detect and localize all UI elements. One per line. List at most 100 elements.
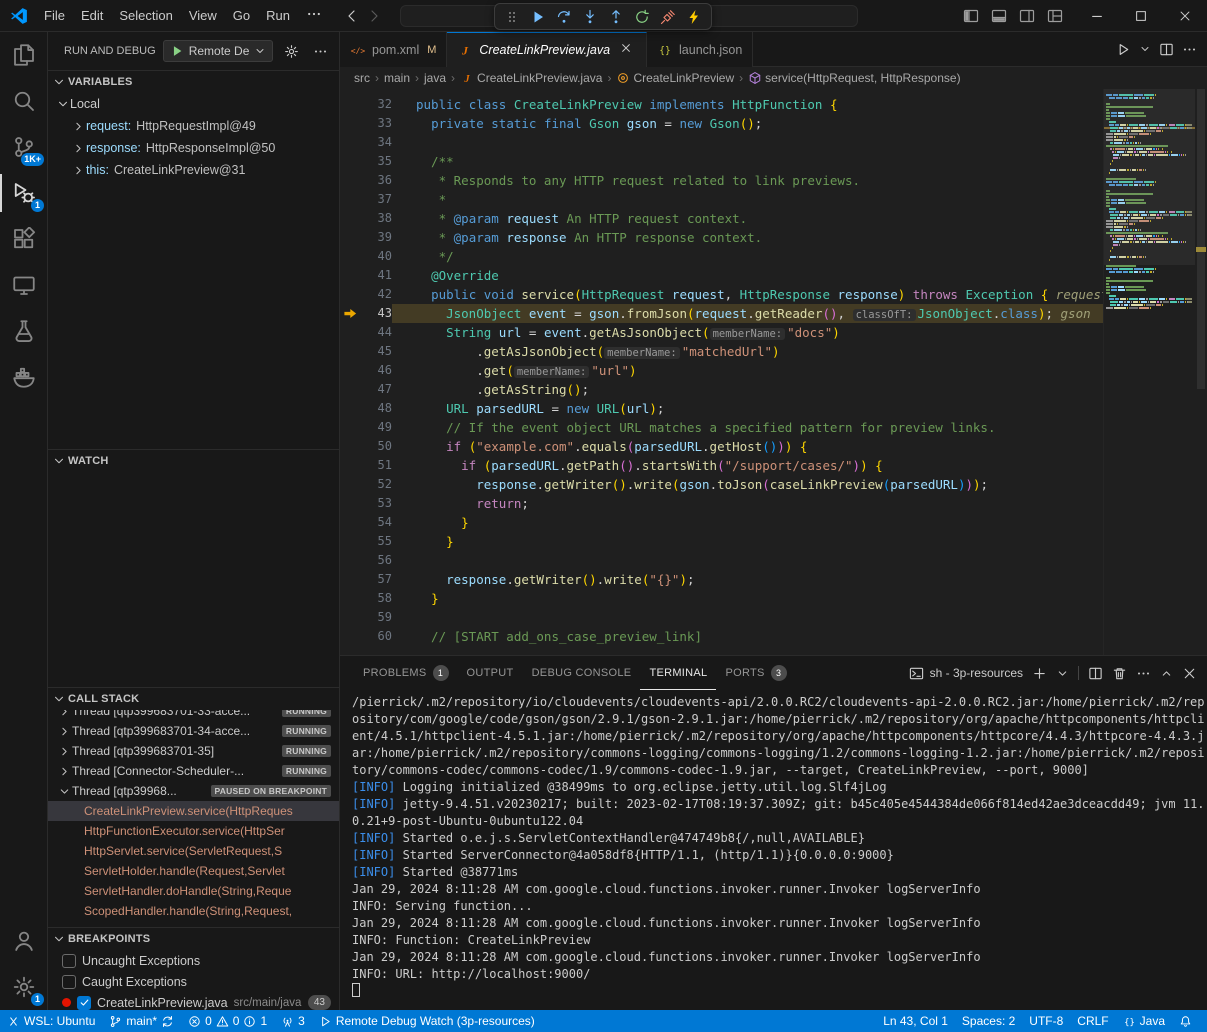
activity-item-testing[interactable] xyxy=(0,308,47,354)
activity-item-accounts[interactable] xyxy=(0,918,47,964)
call-stack-frame[interactable]: ServletHandler.doHandle(String,Reque xyxy=(48,881,339,901)
code-line[interactable]: 38 * @param request An HTTP request cont… xyxy=(340,209,1103,228)
panel-tab-output[interactable]: OUTPUT xyxy=(458,656,523,690)
status-forwarded-ports[interactable]: 3 xyxy=(274,1010,312,1032)
layout-sidebar-icon[interactable] xyxy=(959,4,983,28)
code-line[interactable]: 50 if ("example.com".equals(parsedURL.ge… xyxy=(340,437,1103,456)
status-indentation[interactable]: Spaces: 2 xyxy=(955,1010,1022,1032)
chevron-down-icon[interactable] xyxy=(1139,43,1151,55)
status-problems[interactable]: 001 xyxy=(181,1010,274,1032)
code-line[interactable]: 52 response.getWriter().write(gson.toJso… xyxy=(340,475,1103,494)
section-header-breakpoints[interactable]: BREAKPOINTS xyxy=(48,928,339,950)
call-stack-thread[interactable]: Thread [qtp399683701-33-acce...RUNNING xyxy=(48,710,339,721)
status-git-branch[interactable]: main* xyxy=(102,1010,181,1032)
breakpoint-checkbox[interactable] xyxy=(77,996,91,1010)
scrollbar-thumb[interactable] xyxy=(1197,89,1205,389)
code-line[interactable]: 41 @Override xyxy=(340,266,1103,285)
call-stack-thread[interactable]: Thread [qtp399683701-35]RUNNING xyxy=(48,741,339,761)
code-line[interactable]: 39 * @param response An HTTP response co… xyxy=(340,228,1103,247)
code-line[interactable]: 51 if (parsedURL.getPath().startsWith("/… xyxy=(340,456,1103,475)
menu-view[interactable]: View xyxy=(181,5,225,26)
panel-tab-terminal[interactable]: TERMINAL xyxy=(640,656,716,690)
minimize-window-button[interactable] xyxy=(1075,0,1119,32)
breadcrumb-item[interactable]: java xyxy=(424,71,446,85)
menu-run[interactable]: Run xyxy=(258,5,298,26)
nav-back-icon[interactable] xyxy=(344,8,360,24)
breadcrumb-item[interactable]: src xyxy=(354,71,370,85)
terminal-output[interactable]: /pierrick/.m2/repository/io/cloudevents/… xyxy=(340,690,1207,1010)
panel-tab-debug-console[interactable]: DEBUG CONSOLE xyxy=(523,656,641,690)
layout-panel-icon[interactable] xyxy=(987,4,1011,28)
status-remote-indicator[interactable]: WSL: Ubuntu xyxy=(0,1010,102,1032)
status-language-mode[interactable]: {}Java xyxy=(1116,1010,1172,1032)
more-menu-button[interactable] xyxy=(298,3,330,28)
code-line[interactable]: 44 String url = event.getAsJsonObject(me… xyxy=(340,323,1103,342)
variables-scope[interactable]: Local xyxy=(48,93,339,115)
call-stack-thread[interactable]: Thread [Connector-Scheduler-...RUNNING xyxy=(48,761,339,781)
code-line[interactable]: 34 xyxy=(340,133,1103,152)
breadcrumb-item[interactable]: JCreateLinkPreview.java xyxy=(460,71,602,85)
call-stack-frame[interactable]: CreateLinkPreview.service(HttpReques xyxy=(48,801,339,821)
continue-button[interactable] xyxy=(525,5,551,28)
ellipsis-icon[interactable] xyxy=(1182,42,1197,57)
breakpoint-row[interactable]: Caught Exceptions xyxy=(48,971,339,992)
menu-file[interactable]: File xyxy=(36,5,73,26)
variable-row[interactable]: request:HttpRequestImpl@49 xyxy=(48,115,339,137)
step-over-button[interactable] xyxy=(551,5,577,28)
split-editor-icon[interactable] xyxy=(1088,666,1103,681)
terminal-picker[interactable]: sh - 3p-resources xyxy=(909,666,1023,681)
call-stack-thread[interactable]: Thread [qtp39968...PAUSED ON BREAKPOINT xyxy=(48,781,339,801)
chevron-up-icon[interactable] xyxy=(1160,667,1173,680)
code-area[interactable]: 32public class CreateLinkPreview impleme… xyxy=(340,89,1103,655)
call-stack-frame[interactable]: HttpServlet.service(ServletRequest,S xyxy=(48,841,339,861)
status-eol[interactable]: CRLF xyxy=(1070,1010,1115,1032)
activity-item-remote-explorer[interactable] xyxy=(0,262,47,308)
chevron-down-icon[interactable] xyxy=(56,783,72,799)
breakpoint-row[interactable]: CreateLinkPreview.javasrc/main/java43 xyxy=(48,992,339,1010)
split-editor-icon[interactable] xyxy=(1159,42,1174,57)
status-debug-status[interactable]: Remote Debug Watch (3p-resources) xyxy=(312,1010,542,1032)
editor-tab-createlinkpreview-java[interactable]: JCreateLinkPreview.java xyxy=(447,32,647,67)
editor-tab-launch-json[interactable]: {}launch.json xyxy=(647,32,753,67)
code-line[interactable]: 55 } xyxy=(340,532,1103,551)
nav-forward-icon[interactable] xyxy=(366,8,382,24)
close-window-button[interactable] xyxy=(1163,0,1207,32)
call-stack-thread[interactable]: Thread [qtp399683701-34-acce...RUNNING xyxy=(48,721,339,741)
breadcrumb-item[interactable]: main xyxy=(384,71,410,85)
code-line[interactable]: 46 .get(memberName:"url") xyxy=(340,361,1103,380)
code-line[interactable]: 35 /** xyxy=(340,152,1103,171)
breakpoint-checkbox[interactable] xyxy=(62,954,76,968)
hot-code-replace-button[interactable] xyxy=(681,5,707,28)
code-line[interactable]: 42 public void service(HttpRequest reque… xyxy=(340,285,1103,304)
activity-item-source-control[interactable]: 1K+ xyxy=(0,124,47,170)
section-header-watch[interactable]: WATCH xyxy=(48,450,339,472)
breadcrumb-item[interactable]: CreateLinkPreview xyxy=(616,71,734,85)
code-line[interactable]: 36 * Responds to any HTTP request relate… xyxy=(340,171,1103,190)
code-line[interactable]: 59 xyxy=(340,608,1103,627)
maximize-window-button[interactable] xyxy=(1119,0,1163,32)
activity-item-settings[interactable]: 1 xyxy=(0,964,47,1010)
activity-item-docker[interactable] xyxy=(0,354,47,400)
breadcrumb-item[interactable]: service(HttpRequest, HttpResponse) xyxy=(748,71,960,85)
activity-item-extensions[interactable] xyxy=(0,216,47,262)
call-stack-frame[interactable]: ScopedHandler.handle(String,Request, xyxy=(48,901,339,921)
chevron-right-icon[interactable] xyxy=(70,118,86,134)
close-icon[interactable] xyxy=(1182,666,1197,681)
breakpoint-checkbox[interactable] xyxy=(62,975,76,989)
code-line[interactable]: 37 * xyxy=(340,190,1103,209)
drag-handle-button[interactable] xyxy=(499,5,525,28)
section-header-variables[interactable]: VARIABLES xyxy=(48,71,339,93)
status-notifications[interactable] xyxy=(1172,1010,1199,1032)
chevron-right-icon[interactable] xyxy=(70,162,86,178)
more-actions-icon[interactable] xyxy=(309,40,331,62)
chevron-right-icon[interactable] xyxy=(56,763,72,779)
code-line[interactable]: 48 URL parsedURL = new URL(url); xyxy=(340,399,1103,418)
code-line[interactable]: 33 private static final Gson gson = new … xyxy=(340,114,1103,133)
code-line[interactable]: 56 xyxy=(340,551,1103,570)
plus-icon[interactable] xyxy=(1032,666,1047,681)
chevron-right-icon[interactable] xyxy=(56,723,72,739)
code-line[interactable]: 53 return; xyxy=(340,494,1103,513)
menu-edit[interactable]: Edit xyxy=(73,5,111,26)
variable-row[interactable]: response:HttpResponseImpl@50 xyxy=(48,137,339,159)
restart-button[interactable] xyxy=(629,5,655,28)
